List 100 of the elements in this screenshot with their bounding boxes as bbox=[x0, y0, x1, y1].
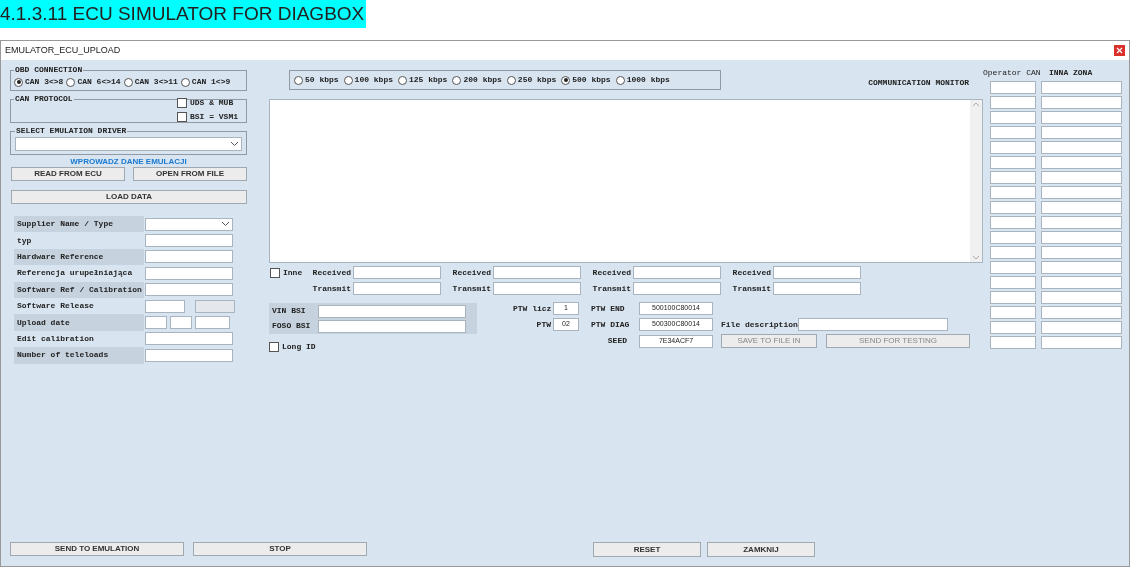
input-field[interactable] bbox=[990, 81, 1036, 94]
checkbox[interactable] bbox=[269, 342, 279, 352]
input-field[interactable] bbox=[195, 299, 235, 313]
input-field[interactable] bbox=[990, 96, 1036, 109]
checkbox[interactable] bbox=[177, 98, 187, 108]
input-field[interactable] bbox=[493, 282, 581, 295]
field-label: FOSO BSI bbox=[272, 320, 312, 332]
button[interactable]: RESET bbox=[593, 542, 701, 557]
input-field[interactable] bbox=[145, 283, 233, 297]
input-field[interactable] bbox=[145, 250, 233, 264]
field-label: Transmit bbox=[451, 282, 492, 295]
input-field[interactable] bbox=[990, 171, 1036, 184]
input-field[interactable] bbox=[633, 282, 721, 295]
input-field[interactable] bbox=[318, 319, 466, 333]
input-field[interactable] bbox=[990, 216, 1036, 229]
scroll-down-icon[interactable] bbox=[973, 256, 979, 260]
button[interactable]: SEND TO EMULATION bbox=[10, 542, 184, 556]
input-field[interactable] bbox=[990, 276, 1036, 289]
field-label: Number of teleloads bbox=[17, 349, 109, 362]
radio-button[interactable] bbox=[66, 77, 76, 87]
input-field[interactable] bbox=[145, 234, 233, 248]
input-field[interactable] bbox=[353, 266, 441, 279]
radio-button[interactable] bbox=[506, 75, 516, 85]
input-field[interactable] bbox=[633, 266, 721, 279]
button[interactable]: ZAMKNIJ bbox=[707, 542, 815, 557]
input-field[interactable] bbox=[1041, 246, 1122, 259]
input-field[interactable] bbox=[990, 246, 1036, 259]
input-field[interactable] bbox=[797, 318, 948, 331]
radio-button[interactable] bbox=[294, 75, 303, 85]
radio-button[interactable] bbox=[561, 75, 571, 85]
radio-button[interactable] bbox=[14, 77, 23, 87]
radio-button[interactable] bbox=[452, 75, 462, 85]
button[interactable]: LOAD DATA bbox=[11, 190, 247, 204]
input-field[interactable] bbox=[773, 266, 861, 279]
chevron-down-icon bbox=[231, 142, 238, 146]
input-field[interactable] bbox=[1041, 216, 1122, 229]
radio-button[interactable] bbox=[343, 75, 353, 85]
input-field[interactable] bbox=[145, 316, 167, 330]
input-field[interactable] bbox=[990, 186, 1036, 199]
button[interactable]: READ FROM ECU bbox=[11, 167, 125, 181]
field-label: Software Ref / Calibration bbox=[17, 283, 142, 296]
input-field[interactable] bbox=[145, 266, 233, 280]
input-field[interactable] bbox=[195, 316, 230, 330]
input-field[interactable] bbox=[1041, 111, 1122, 124]
input-field[interactable] bbox=[990, 126, 1036, 139]
input-field[interactable] bbox=[1041, 171, 1122, 184]
input-field[interactable] bbox=[990, 321, 1036, 334]
input-field[interactable] bbox=[990, 111, 1036, 124]
field-label: Received bbox=[451, 266, 492, 279]
input-field[interactable] bbox=[145, 332, 233, 346]
input-field[interactable] bbox=[318, 304, 466, 318]
checkbox-label: BSI = VSM1 bbox=[190, 111, 238, 123]
input-field[interactable] bbox=[990, 261, 1036, 274]
input-field[interactable] bbox=[145, 348, 233, 362]
input-field[interactable] bbox=[1041, 156, 1122, 169]
radio-label: CAN 6<>14 bbox=[77, 76, 121, 88]
input-field[interactable] bbox=[1041, 336, 1122, 349]
dropdown[interactable] bbox=[145, 217, 233, 231]
scroll-up-icon[interactable] bbox=[973, 102, 979, 106]
close-icon[interactable] bbox=[1114, 45, 1125, 56]
input-field[interactable] bbox=[1041, 231, 1122, 244]
radio-button[interactable] bbox=[180, 77, 190, 87]
radio-button[interactable] bbox=[123, 77, 133, 87]
checkbox[interactable] bbox=[270, 267, 280, 278]
input-field[interactable] bbox=[990, 231, 1036, 244]
field-label: Transmit bbox=[591, 282, 632, 295]
input-field[interactable] bbox=[990, 156, 1036, 169]
input-field[interactable] bbox=[1041, 81, 1122, 94]
input-field[interactable] bbox=[493, 266, 581, 279]
input-field[interactable] bbox=[1041, 96, 1122, 109]
input-field[interactable] bbox=[1041, 141, 1122, 154]
input-field[interactable] bbox=[990, 336, 1036, 349]
radio-label: 200 kbps bbox=[463, 74, 502, 86]
field-label: VIN BSI bbox=[272, 305, 307, 317]
input-field[interactable] bbox=[1041, 276, 1122, 289]
column-header: INNA ZONA bbox=[1049, 67, 1093, 79]
button[interactable]: OPEN FROM FILE bbox=[133, 167, 247, 181]
input-field[interactable] bbox=[1041, 306, 1122, 319]
input-field[interactable] bbox=[1041, 186, 1122, 199]
input-field[interactable] bbox=[1041, 126, 1122, 139]
input-field[interactable] bbox=[170, 316, 192, 330]
input-field[interactable] bbox=[1041, 201, 1122, 214]
radio-button[interactable] bbox=[615, 75, 625, 85]
radio-label: CAN 3<>8 bbox=[25, 76, 64, 88]
input-field[interactable] bbox=[990, 141, 1036, 154]
checkbox[interactable] bbox=[177, 112, 187, 122]
input-field[interactable] bbox=[990, 306, 1036, 319]
input-field[interactable] bbox=[990, 291, 1036, 304]
input-field[interactable] bbox=[773, 282, 861, 295]
input-field[interactable] bbox=[990, 201, 1036, 214]
input-field[interactable] bbox=[145, 299, 185, 313]
radio-button[interactable] bbox=[398, 75, 407, 85]
input-field[interactable] bbox=[1041, 261, 1122, 274]
button[interactable]: STOP bbox=[193, 542, 367, 556]
input-field[interactable] bbox=[353, 282, 441, 295]
input-field[interactable] bbox=[1041, 291, 1122, 304]
scrollbar[interactable] bbox=[970, 100, 982, 262]
dropdown[interactable] bbox=[15, 137, 242, 151]
field-label: Edit calibration bbox=[17, 332, 94, 345]
input-field[interactable] bbox=[1041, 321, 1122, 334]
